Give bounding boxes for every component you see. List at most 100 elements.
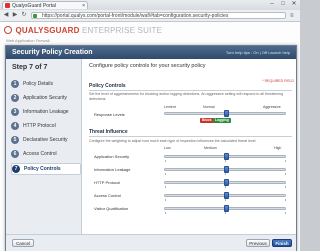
step-number-badge: 7 — [12, 165, 20, 173]
module-nav-hint: Web Application Firewall — [6, 38, 50, 43]
step-number-badge: 5 — [11, 136, 19, 144]
close-icon[interactable]: ✕ — [289, 1, 299, 8]
qualys-logo-icon — [4, 26, 12, 34]
address-bar[interactable]: https://portal.qualys.com/portal-front/m… — [31, 12, 286, 19]
wizard-step-7[interactable]: 7 Policy Controls — [11, 163, 81, 175]
slider-tick — [225, 173, 226, 175]
slider-tick — [285, 186, 286, 188]
slider-tick — [225, 199, 226, 201]
menu-icon[interactable]: ≡ — [290, 13, 294, 19]
slider-tick — [285, 199, 286, 201]
level-label-lenient: Lenient — [164, 105, 176, 109]
response-levels-label: Response Levels — [94, 112, 125, 117]
browser-tab[interactable]: QualysGuard Portal × — [2, 1, 88, 9]
wizard-step-3[interactable]: 3 Information Leakage — [11, 107, 79, 117]
slider-tick — [285, 212, 286, 214]
level-label-high: High — [274, 146, 282, 150]
policy-controls-heading: Policy Controls — [89, 83, 126, 89]
qualys-favicon-icon — [5, 3, 10, 8]
dialog-title: Security Policy Creation — [12, 49, 93, 56]
step-label: Declarative Security — [23, 137, 68, 143]
slider-tick — [225, 186, 226, 188]
response-level-slider-thumb[interactable] — [224, 110, 229, 117]
tab-close-icon[interactable]: × — [82, 2, 85, 9]
lock-icon — [33, 14, 37, 18]
slider-tick — [165, 212, 166, 214]
policy-controls-description: Set the level of aggressiveness for bloc… — [89, 92, 283, 101]
level-label-low: Low — [164, 146, 171, 150]
step-label: Application Security — [23, 95, 67, 101]
step-number-badge: 4 — [11, 122, 19, 130]
logo-brand: QUALYSGUARD — [15, 26, 80, 35]
maximize-icon[interactable]: □ — [278, 1, 288, 8]
browser-toolbar: ◀ ▶ ↻ https://portal.qualys.com/portal-f… — [0, 10, 300, 22]
slider-tick — [285, 173, 286, 175]
wizard-footer: Cancel Previous Finish — [6, 234, 296, 251]
dialog-header: Security Policy Creation Turn help tips … — [6, 46, 296, 59]
step-number-badge: 3 — [11, 108, 19, 116]
slider-tick — [285, 160, 286, 162]
level-label-normal: Normal — [203, 105, 215, 109]
threat-influence-heading: Threat Influence — [89, 129, 128, 135]
slider-tick — [225, 160, 226, 162]
threat-influence-slider-thumb[interactable] — [224, 205, 229, 212]
threat-influence-slider[interactable] — [164, 192, 286, 201]
threat-influence-slider-thumb[interactable] — [224, 192, 229, 199]
wizard-step-2[interactable]: 2 Application Security — [11, 93, 79, 103]
help-links[interactable]: Turn help tips : On | Off Launch help — [226, 50, 290, 55]
page-body: QUALYSGUARD ENTERPRISE SUITE Web Applica… — [0, 22, 300, 251]
step-counter: Step 7 of 7 — [12, 64, 48, 71]
step-number-badge: 6 — [11, 150, 19, 158]
threat-influence-slider[interactable] — [164, 205, 286, 214]
wizard-step-6[interactable]: 6 Access Control — [11, 149, 79, 159]
block-badge: Block — [200, 118, 214, 123]
logging-badge: Logging — [213, 118, 231, 123]
threat-influence-slider[interactable] — [164, 153, 286, 162]
threat-influence-slider[interactable] — [164, 166, 286, 175]
step-label: HTTP Protocol — [23, 123, 56, 129]
content-title: Configure policy controls for your secur… — [89, 63, 206, 69]
wizard-steps-sidebar: Step 7 of 7 1 Policy Details 2 Application … — [6, 59, 82, 234]
threat-influence-slider-thumb[interactable] — [224, 179, 229, 186]
threat-row-label: Visitor Qualification — [94, 206, 129, 211]
logo-edition: ENTERPRISE SUITE — [82, 26, 163, 35]
threat-row-label: Access Control — [94, 193, 121, 198]
threat-influence-slider-thumb[interactable] — [224, 153, 229, 160]
browser-tab-title: QualysGuard Portal — [12, 3, 56, 9]
step-label: Access Control — [23, 151, 57, 157]
level-label-aggressive: Aggressive — [263, 105, 281, 109]
policy-controls-section-title: Policy Controls — [89, 83, 292, 91]
threat-row-label: Application Security — [94, 154, 130, 159]
threat-influence-slider-thumb[interactable] — [224, 166, 229, 173]
reload-icon[interactable]: ↻ — [20, 12, 28, 19]
threat-influence-slider[interactable] — [164, 179, 286, 188]
response-level-slider[interactable] — [164, 110, 286, 117]
slider-tick — [165, 160, 166, 162]
qualysguard-logo[interactable]: QUALYSGUARD ENTERPRISE SUITE — [4, 25, 162, 37]
threat-row-label: HTTP Protocol — [94, 180, 121, 185]
forward-icon[interactable]: ▶ — [11, 12, 19, 19]
step-number-badge: 2 — [11, 94, 19, 102]
step-label: Information Leakage — [23, 109, 69, 115]
threat-influence-description: Configure the weighting to adjust how mu… — [89, 139, 257, 143]
step-label: Policy Controls — [24, 166, 61, 172]
browser-window: QualysGuard Portal × – □ ✕ ◀ ▶ ↻ https:/… — [0, 0, 300, 251]
cancel-button[interactable]: Cancel — [12, 239, 34, 247]
step-label: Policy Details — [23, 81, 54, 87]
step-number-badge: 1 — [11, 80, 19, 88]
wizard-step-5[interactable]: 5 Declarative Security — [11, 135, 79, 145]
slider-tick — [165, 186, 166, 188]
back-icon[interactable]: ◀ — [2, 12, 10, 19]
wizard-step-4[interactable]: 4 HTTP Protocol — [11, 121, 79, 131]
wizard-step-1[interactable]: 1 Policy Details — [11, 79, 79, 89]
slider-tick — [165, 173, 166, 175]
finish-button[interactable]: Finish — [272, 239, 292, 247]
level-label-medium: Medium — [204, 146, 217, 150]
previous-button[interactable]: Previous — [246, 239, 270, 247]
minimize-icon[interactable]: – — [267, 1, 277, 8]
wizard-content: Configure policy controls for your secur… — [82, 59, 296, 234]
threat-row-label: Information Leakage — [94, 167, 131, 172]
required-field-note: * REQUIRED FIELD — [262, 79, 294, 83]
slider-tick — [165, 199, 166, 201]
threat-influence-section-title: Threat Influence — [89, 129, 292, 137]
